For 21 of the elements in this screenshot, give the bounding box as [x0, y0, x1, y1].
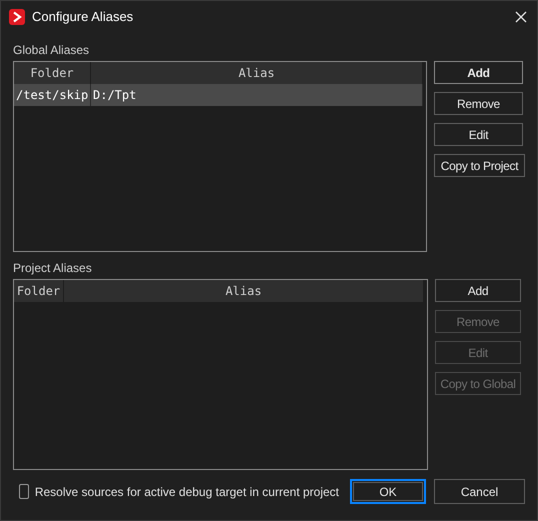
action-button[interactable]: Copy to Project	[434, 154, 525, 177]
table-row[interactable]: /test/skip D:/Tpt	[14, 84, 423, 106]
column-header[interactable]: Folder	[14, 62, 91, 84]
close-icon[interactable]	[515, 11, 527, 23]
cancel-button[interactable]: Cancel	[434, 479, 525, 504]
action-button[interactable]: Remove	[434, 92, 523, 115]
table-cell: /test/skip	[14, 84, 91, 106]
app-logo-icon	[9, 9, 25, 25]
checkbox-label: Resolve sources for active debug target in current project	[34, 484, 339, 500]
window-title: Configure Aliases	[32, 8, 134, 26]
column-header[interactable]: Alias	[64, 280, 424, 302]
column-header[interactable]: Folder	[14, 280, 64, 302]
section-label: Project Aliases	[13, 260, 93, 275]
column-header[interactable]: Alias	[91, 62, 423, 84]
action-button[interactable]: Add	[435, 279, 521, 302]
checkbox[interactable]	[19, 484, 29, 499]
action-button[interactable]: Edit	[434, 123, 523, 146]
action-button[interactable]: Add	[434, 61, 523, 84]
ok-button[interactable]: OK	[350, 479, 426, 504]
section-label: Global Aliases	[13, 42, 90, 57]
table-cell: D:/Tpt	[91, 84, 423, 106]
